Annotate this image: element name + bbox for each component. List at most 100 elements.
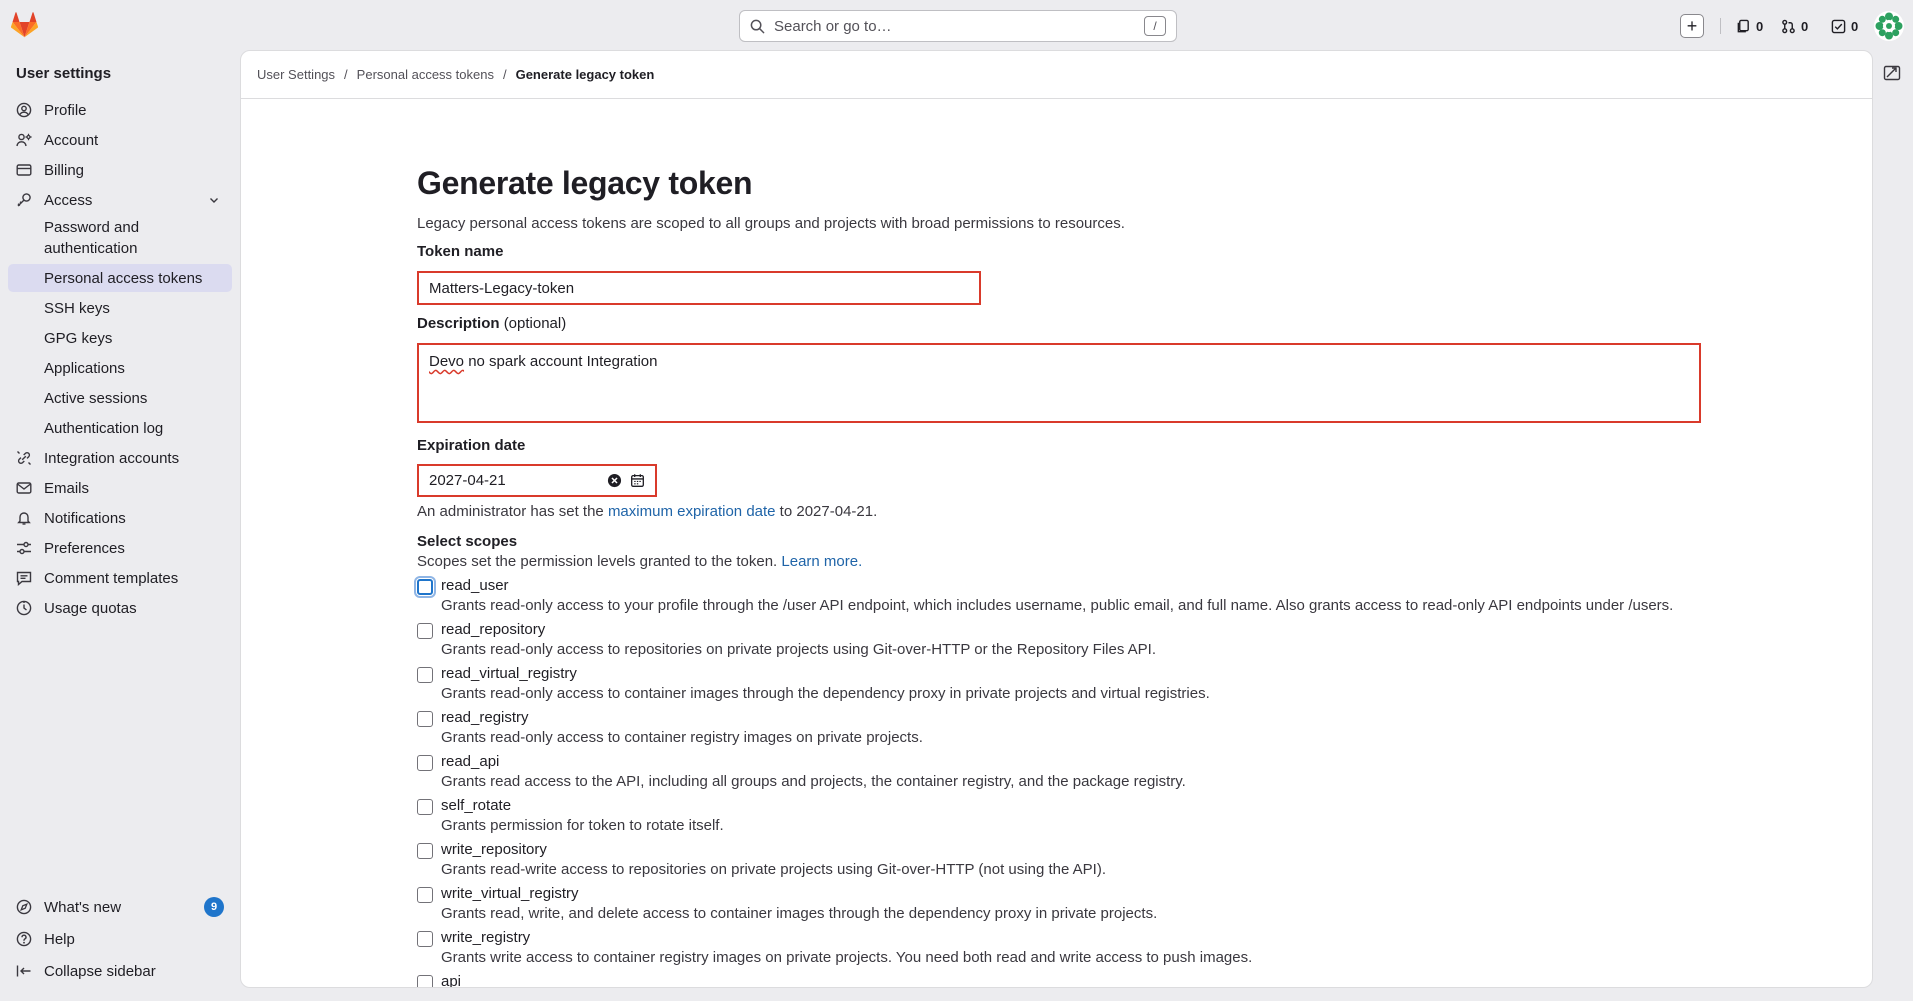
sidebar-item-usage-quotas[interactable]: Usage quotas [8, 594, 232, 622]
create-new-button[interactable]: + [1680, 14, 1704, 38]
merge-requests-counter-button[interactable]: 0 [1781, 16, 1808, 36]
select-scopes-label: Select scopes [417, 533, 518, 550]
scope-description: Grants read access to the API, including… [441, 773, 1186, 790]
sidebar-item-profile[interactable]: Profile [8, 96, 232, 124]
scope-name[interactable]: write_repository [441, 841, 547, 858]
whats-new-button[interactable]: What's new 9 [8, 893, 232, 921]
scope-name[interactable]: api [441, 973, 461, 987]
todo-check-icon [1831, 19, 1846, 33]
integration-icon [17, 451, 31, 465]
sidebar-item-emails[interactable]: Emails [8, 474, 232, 502]
breadcrumb: User Settings / Personal access tokens /… [241, 51, 1872, 99]
scope-name[interactable]: write_registry [441, 929, 530, 946]
search-input[interactable]: Search or go to… / [739, 10, 1177, 42]
issues-icon [1737, 19, 1749, 32]
sidebar-item-applications[interactable]: Applications [8, 354, 232, 382]
breadcrumb-user-settings[interactable]: User Settings [257, 67, 335, 82]
search-icon [750, 19, 765, 33]
scope-name[interactable]: self_rotate [441, 797, 511, 814]
help-button[interactable]: Help [8, 925, 232, 953]
sidebar-item-gpg-keys[interactable]: GPG keys [8, 324, 232, 352]
scope-checkbox[interactable] [417, 667, 433, 683]
main-panel: User Settings / Personal access tokens /… [240, 50, 1873, 988]
scope-name[interactable]: read_virtual_registry [441, 665, 577, 682]
search-shortcut-key: / [1144, 16, 1166, 36]
sidebar-title: User settings [16, 65, 112, 82]
scope-name[interactable]: read_registry [441, 709, 529, 726]
page-title: Generate legacy token [417, 165, 753, 201]
sidebar-item-password-and-authentication[interactable]: Password and authentication [8, 216, 232, 260]
sidebar-item-comment-templates[interactable]: Comment templates [8, 564, 232, 592]
description-label: Description (optional) [417, 315, 567, 332]
sidebar-item-active-sessions[interactable]: Active sessions [8, 384, 232, 412]
description-textarea[interactable]: Devo no spark account Integration [417, 343, 1701, 423]
scope-name[interactable]: read_api [441, 753, 499, 770]
learn-more-link[interactable]: Learn more. [781, 553, 862, 570]
expiration-date-label: Expiration date [417, 437, 526, 454]
calendar-icon[interactable] [630, 473, 645, 488]
sidebar-item-account[interactable]: Account [8, 126, 232, 154]
scope-description: Grants read-only access to your profile … [441, 597, 1674, 614]
token-name-input[interactable]: Matters-Legacy-token [417, 271, 981, 305]
scope-checkbox[interactable] [417, 887, 433, 903]
top-bar: Search or go to… / + 0 0 0 [0, 0, 1913, 50]
expiration-admin-note: An administrator has set the maximum exp… [417, 503, 878, 520]
issues-counter-button[interactable]: 0 [1736, 16, 1763, 36]
maximum-expiration-date-link[interactable]: maximum expiration date [608, 503, 776, 520]
profile-icon [16, 102, 32, 118]
scope-name[interactable]: read_user [441, 577, 509, 594]
todos-counter-button[interactable]: 0 [1831, 16, 1858, 36]
breadcrumb-personal-access-tokens[interactable]: Personal access tokens [357, 67, 494, 82]
sidebar: User settings Profile Account Billing Ac… [0, 50, 240, 1001]
scope-name[interactable]: read_repository [441, 621, 545, 638]
topbar-divider [1720, 18, 1721, 34]
merge-requests-count: 0 [1801, 18, 1809, 34]
sidebar-item-billing[interactable]: Billing [8, 156, 232, 184]
scope-checkbox[interactable] [417, 975, 433, 987]
scope-description: Grants permission for token to rotate it… [441, 817, 724, 834]
billing-icon [16, 164, 32, 176]
bell-icon [17, 512, 31, 525]
issues-count: 0 [1756, 18, 1764, 34]
collapse-sidebar-button[interactable]: Collapse sidebar [8, 957, 232, 985]
search-placeholder: Search or go to… [774, 17, 892, 35]
gitlab-logo-icon[interactable] [11, 12, 38, 38]
collapse-left-icon [16, 965, 31, 977]
scope-description: Grants read-only access to repositories … [441, 641, 1157, 658]
sidebar-item-notifications[interactable]: Notifications [8, 504, 232, 532]
account-icon [16, 133, 32, 147]
token-name-label: Token name [417, 243, 504, 260]
scope-checkbox[interactable] [417, 579, 433, 595]
scope-checkbox[interactable] [417, 799, 433, 815]
scope-checkbox[interactable] [417, 623, 433, 639]
sidebar-item-personal-access-tokens[interactable]: Personal access tokens [8, 264, 232, 292]
scope-name[interactable]: write_virtual_registry [441, 885, 579, 902]
quota-icon [16, 600, 32, 616]
sidebar-item-ssh-keys[interactable]: SSH keys [8, 294, 232, 322]
comment-icon [16, 571, 32, 586]
merge-request-icon [1782, 19, 1795, 33]
scopes-help-text: Scopes set the permission levels granted… [417, 553, 863, 570]
chevron-down-icon [210, 198, 218, 203]
expiration-date-input[interactable]: 2027-04-21 [417, 464, 657, 497]
user-avatar[interactable] [1874, 11, 1904, 41]
sidebar-item-preferences[interactable]: Preferences [8, 534, 232, 562]
page-description: Legacy personal access tokens are scoped… [417, 215, 1125, 232]
whats-new-badge: 9 [204, 897, 224, 917]
scope-description: Grants read-only access to container ima… [441, 685, 1210, 702]
clear-date-icon[interactable] [607, 473, 622, 488]
sidebar-item-authentication-log[interactable]: Authentication log [8, 414, 232, 442]
breadcrumb-current: Generate legacy token [515, 67, 655, 82]
sidebar-item-access[interactable]: Access [8, 186, 232, 214]
scope-checkbox[interactable] [417, 843, 433, 859]
scope-description: Grants read-write access to repositories… [441, 861, 1106, 878]
scope-description: Grants write access to container registr… [441, 949, 1253, 966]
sidebar-item-integration-accounts[interactable]: Integration accounts [8, 444, 232, 472]
scope-checkbox[interactable] [417, 931, 433, 947]
scope-checkbox[interactable] [417, 755, 433, 771]
todos-count: 0 [1851, 18, 1859, 34]
key-icon [17, 193, 31, 207]
panel-toggle-icon[interactable] [1883, 64, 1901, 82]
scope-checkbox[interactable] [417, 711, 433, 727]
help-icon [16, 931, 32, 947]
